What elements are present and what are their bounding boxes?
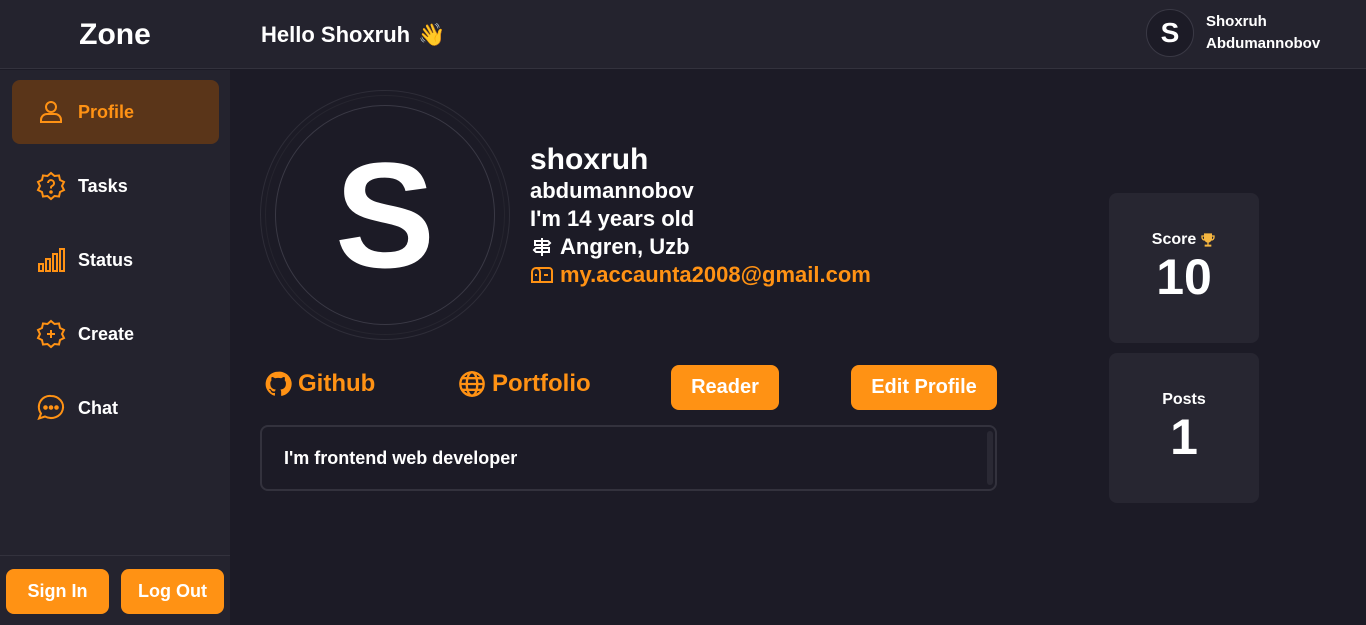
sidebar-item-tasks[interactable]: Tasks (12, 154, 219, 218)
email-text[interactable]: my.accaunta2008@gmail.com (560, 261, 871, 289)
profile-first-name: shoxruh (530, 143, 649, 176)
sidebar-item-label: Status (78, 249, 134, 270)
trophy-icon (1201, 233, 1215, 247)
user-last-name: Abdumannobov (1206, 35, 1321, 52)
sidebar-footer: Sign In Log Out (0, 555, 230, 625)
bar-chart-icon (38, 248, 65, 272)
edit-profile-button[interactable]: Edit Profile (851, 365, 997, 410)
sidebar-item-label: Chat (78, 397, 118, 418)
profile-info: shoxruh abdumannobov I'm 14 years old An… (530, 143, 871, 289)
sidebar-item-label: Create (78, 323, 135, 344)
sign-in-button[interactable]: Sign In (6, 569, 109, 614)
score-value: 10 (1156, 249, 1212, 305)
location-text: Angren, Uzb (560, 234, 690, 259)
posts-card: Posts 1 (1109, 353, 1259, 503)
portfolio-link[interactable]: Portfolio (458, 370, 591, 398)
user-name: Shoxruh Abdumannobov (1206, 11, 1320, 55)
github-label[interactable]: Github (298, 370, 375, 398)
waving-hand-icon: 👋 (418, 22, 446, 47)
mailbox-icon (531, 267, 553, 283)
sidebar-item-profile[interactable]: Profile (12, 80, 219, 144)
profile-last-name: abdumannobov (530, 178, 694, 203)
github-link[interactable]: Github (264, 370, 375, 398)
globe-icon (459, 371, 485, 397)
log-out-button[interactable]: Log Out (121, 569, 224, 614)
sidebar-item-label: Tasks (78, 175, 128, 196)
signpost-icon (532, 238, 552, 256)
profile-avatar: S (260, 90, 510, 340)
user-menu[interactable]: S Shoxruh Abdumannobov (1146, 9, 1320, 57)
greeting: Hello Shoxruh 👋 (261, 22, 446, 48)
sidebar-item-status[interactable]: Status (12, 228, 219, 292)
score-label: Score (1151, 231, 1197, 248)
profile-age: I'm 14 years old (530, 206, 695, 231)
bio-scrollbar[interactable] (987, 431, 993, 485)
score-card: Score 10 (1109, 193, 1259, 343)
bio-text: I'm frontend web developer (284, 447, 518, 468)
top-bar: Zone Hello Shoxruh 👋 S Shoxruh Abdumanno… (0, 0, 1366, 69)
avatar-initial: S (334, 130, 436, 299)
profile-location: Angren, Uzb (530, 233, 871, 261)
sidebar-item-label: Profile (78, 101, 135, 122)
bio-box[interactable]: I'm frontend web developer (260, 425, 997, 491)
user-icon (40, 101, 62, 123)
github-icon (265, 371, 292, 396)
posts-value: 1 (1170, 409, 1198, 465)
plus-circle-icon (36, 319, 66, 349)
posts-label: Posts (1162, 391, 1206, 408)
avatar[interactable]: S (1146, 9, 1194, 57)
chat-icon (37, 394, 65, 421)
sidebar: Profile Tasks Status Create Chat Sign In… (0, 70, 230, 625)
portfolio-label[interactable]: Portfolio (492, 370, 591, 398)
app-logo[interactable]: Zone (0, 0, 230, 69)
greeting-text: Hello Shoxruh (261, 22, 411, 47)
sidebar-item-chat[interactable]: Chat (12, 376, 219, 440)
user-first-name: Shoxruh (1206, 13, 1267, 30)
sidebar-item-create[interactable]: Create (12, 302, 219, 366)
reader-button[interactable]: Reader (671, 365, 779, 410)
profile-email[interactable]: my.accaunta2008@gmail.com (530, 261, 871, 289)
score-label-row: Score (1152, 231, 1216, 249)
question-icon (36, 171, 66, 201)
